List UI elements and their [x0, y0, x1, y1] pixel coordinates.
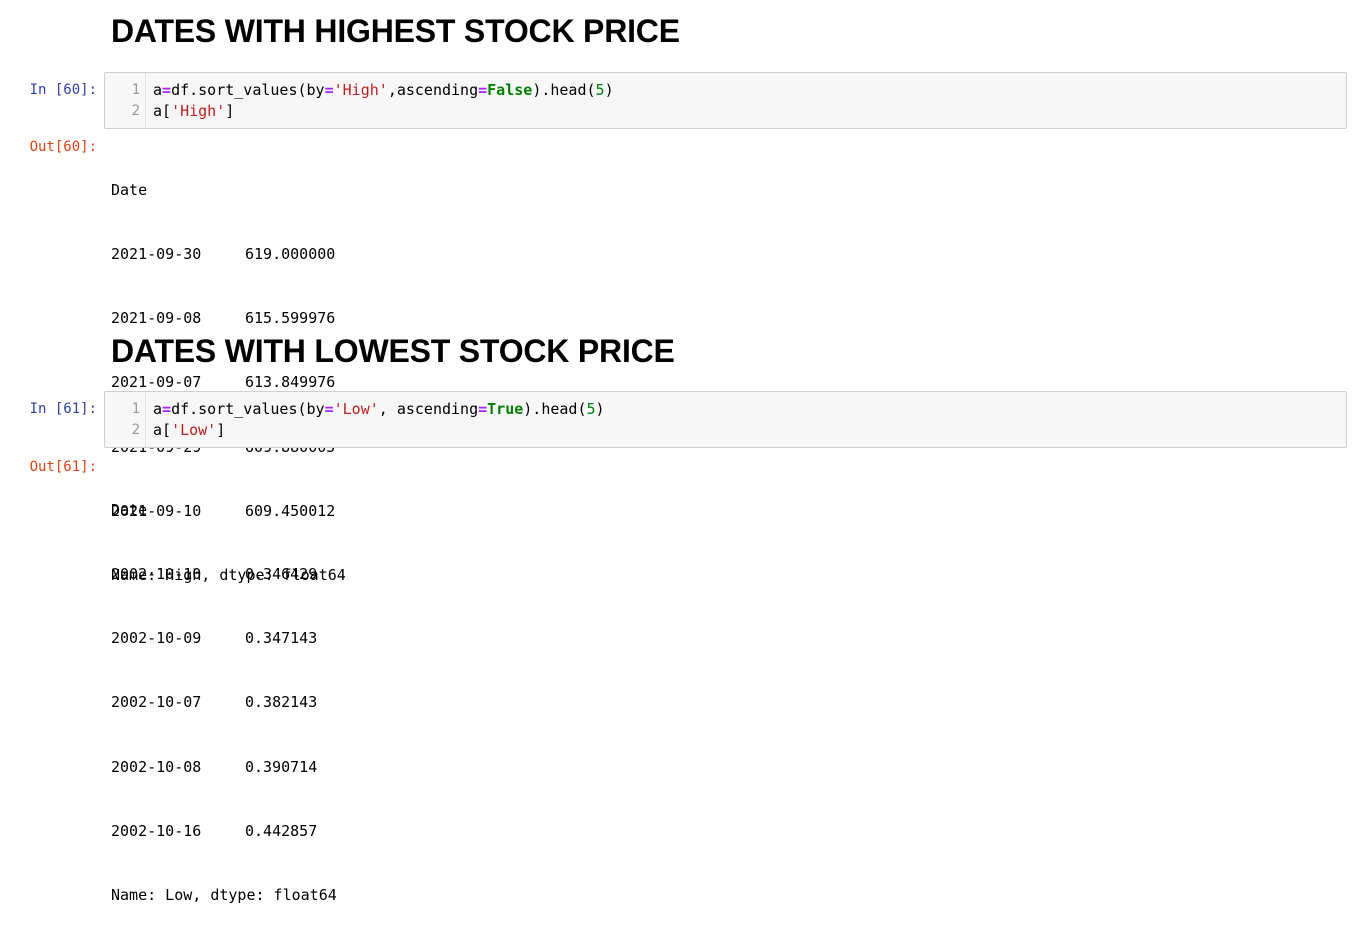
- section-heading-highest: DATES WITH HIGHEST STOCK PRICE: [111, 13, 680, 49]
- section-heading-lowest: DATES WITH LOWEST STOCK PRICE: [111, 333, 675, 369]
- input-prompt: In [61]:: [29, 401, 97, 417]
- code-line: a=df.sort_values(by='Low', ascending=Tru…: [153, 400, 605, 418]
- output-prompt: Out[61]:: [29, 459, 97, 475]
- output-row: 2002-10-16 0.442857: [111, 821, 318, 840]
- output-prompt: Out[60]:: [29, 139, 97, 155]
- output-row: 2002-10-09 0.347143: [111, 629, 318, 648]
- code-editor[interactable]: a=df.sort_values(by='High',ascending=Fal…: [153, 80, 614, 122]
- output-row: 2002-10-07 0.382143: [111, 693, 318, 712]
- line-number: 1: [131, 401, 140, 417]
- code-editor[interactable]: a=df.sort_values(by='Low', ascending=Tru…: [153, 399, 605, 441]
- code-cell-input[interactable]: 1 2 a=df.sort_values(by='Low', ascending…: [104, 391, 1347, 448]
- code-line: a['Low']: [153, 421, 226, 439]
- code-line: a['High']: [153, 102, 235, 120]
- output-index-name: Date: [111, 180, 148, 199]
- line-number: 1: [131, 82, 140, 98]
- output-row: 2002-10-08 0.390714: [111, 757, 318, 776]
- line-number: 2: [131, 422, 140, 438]
- output-row: 2021-09-30 619.000000: [111, 245, 336, 264]
- output-index-name: Date: [111, 500, 148, 519]
- output-row: 2002-10-10 0.346429: [111, 565, 318, 584]
- line-number-gutter: 1 2: [105, 73, 146, 128]
- code-cell-input[interactable]: 1 2 a=df.sort_values(by='High',ascending…: [104, 72, 1347, 129]
- output-row: 2021-09-08 615.599976: [111, 309, 336, 328]
- output-footer: Name: Low, dtype: float64: [111, 886, 337, 905]
- line-number: 2: [131, 103, 140, 119]
- code-line: a=df.sort_values(by='High',ascending=Fal…: [153, 81, 614, 99]
- line-number-gutter: 1 2: [105, 392, 146, 447]
- input-prompt: In [60]:: [29, 82, 97, 98]
- cell-output: Date 2002-10-10 0.346429 2002-10-09 0.3471…: [111, 457, 337, 928]
